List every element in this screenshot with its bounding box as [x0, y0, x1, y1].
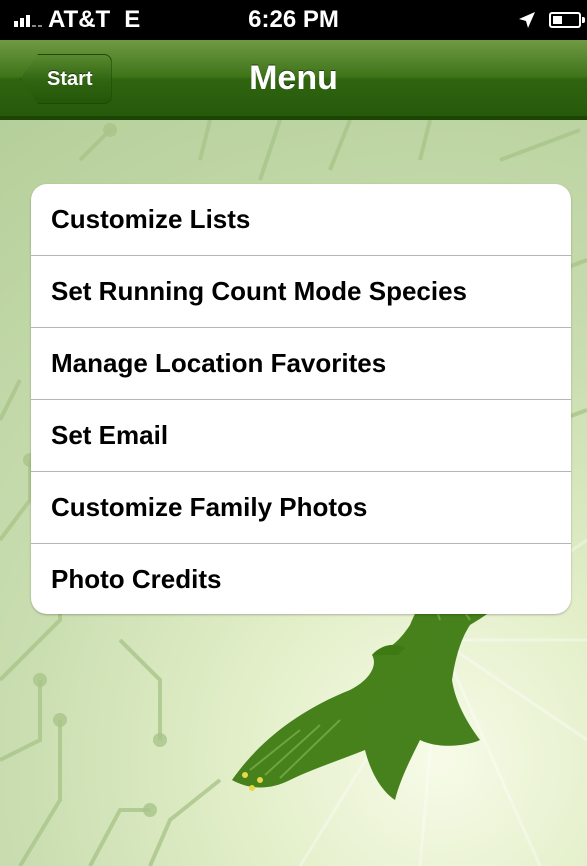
menu-item-customize-family-photos[interactable]: Customize Family Photos: [31, 472, 571, 544]
navigation-bar: Start Menu: [0, 40, 587, 120]
menu-item-manage-location-favorites[interactable]: Manage Location Favorites: [31, 328, 571, 400]
status-right: [517, 0, 585, 40]
app-screen: AT&T E 6:26 PM Start Menu Customize List…: [0, 0, 587, 866]
menu-item-customize-lists[interactable]: Customize Lists: [31, 184, 571, 256]
menu-item-photo-credits[interactable]: Photo Credits: [31, 544, 571, 614]
menu-item-set-email[interactable]: Set Email: [31, 400, 571, 472]
page-title: Menu: [249, 58, 338, 97]
menu-item-set-running-count-mode-species[interactable]: Set Running Count Mode Species: [31, 256, 571, 328]
status-bar: AT&T E 6:26 PM: [0, 0, 587, 40]
status-time: 6:26 PM: [248, 6, 339, 33]
location-arrow-icon: [519, 12, 535, 28]
battery-icon: [549, 12, 585, 28]
menu-list: Customize Lists Set Running Count Mode S…: [31, 184, 571, 614]
